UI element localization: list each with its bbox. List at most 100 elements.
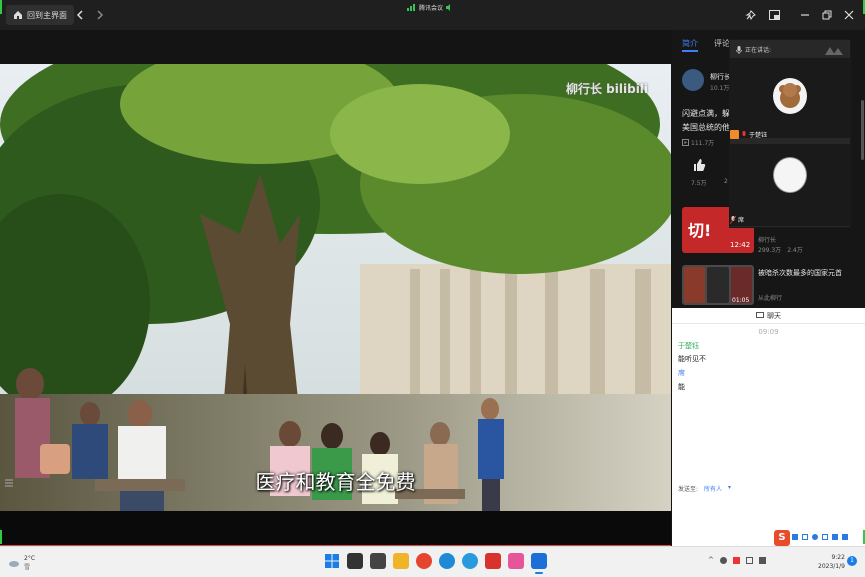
cloud-icon [9,561,19,567]
ime-lang-icon[interactable] [792,534,798,540]
like-button[interactable] [692,158,706,172]
video-subtitle: 医疗和教育全免费 [255,470,416,494]
camera-app-icon[interactable] [370,553,386,569]
windows-icon [325,554,339,568]
like-count: 7.5万 [691,180,707,187]
wps-icon[interactable] [485,553,501,569]
talking-indicator: 正在讲话: [736,45,771,54]
panel-scrollbar[interactable] [861,100,864,160]
rec1-author[interactable]: 柳行长 [758,235,776,244]
back-button[interactable] [72,7,88,23]
home-icon [14,11,22,19]
chat-title: 聊天 [767,311,781,320]
chat-icon [756,312,764,318]
chat-header: 聊天 [672,308,865,324]
home-button[interactable]: 回到主界面 [6,5,74,25]
browser-icon[interactable] [462,553,478,569]
send-to-select[interactable]: 所有人 [704,484,722,493]
chat-panel: 聊天 09:09 于楚钰 能听见不 席 能 发送至: 所有人 ▾ S [672,308,865,546]
meeting-indicator[interactable]: 腾讯会议 [407,2,453,12]
uploader-followers: 10.1万 [710,85,730,92]
thumbs-up-icon [694,159,706,171]
video-watermark: 柳行长 bilibili [566,82,649,96]
file-explorer-icon[interactable] [393,553,409,569]
clock[interactable]: 9:22 2023/1/9 [818,553,845,571]
uploader-avatar[interactable] [682,69,704,91]
minimize-icon [801,14,809,16]
task-view-icon[interactable] [347,553,363,569]
video-title-line2: 美国总统的他 [682,123,730,132]
miniplayer-icon [768,10,780,20]
app-window: 回到主界面 腾讯会议 柳行长 bilibili 医疗和教育全免费 简介 评论 柳… [0,0,865,577]
ime-skin-icon[interactable] [832,534,838,540]
chevron-down-icon: ▾ [728,484,732,491]
tab-intro[interactable]: 简介 [682,38,698,49]
rec2-title[interactable]: 被暗杀次数最多的国家元首 [758,268,842,278]
share-frame-corner [0,530,2,544]
ime-mic-icon[interactable] [812,534,818,540]
ime-toolbar [792,534,848,540]
mic-tray-icon[interactable] [719,556,727,564]
play-count-icon [682,139,689,146]
user2-avatar [773,157,807,193]
chat-message-2: 能 [678,383,685,391]
forward-button[interactable] [92,7,108,23]
audio-wave-icon [825,45,845,57]
mic-icon [736,45,742,54]
rec1-duration: 12:42 [730,241,751,249]
notification-icon[interactable]: 1 [847,556,857,566]
uploader-name[interactable]: 柳行长 [710,72,731,82]
tab-underline [682,50,698,52]
speaker-video-1 [730,58,850,138]
ime-punct-icon[interactable] [802,534,808,540]
share-frame-corner [0,0,2,14]
list-icon[interactable] [4,478,14,488]
coin-count-partial: 2 [724,178,728,185]
chat-input[interactable] [672,496,865,532]
ime-logo-icon[interactable]: S [774,530,790,546]
user2-nameplate: 席 [730,215,744,224]
system-tray: ^ [708,556,766,564]
recommend-thumb-2[interactable]: 01:05 [682,265,754,305]
tab-comments[interactable]: 评论 [714,38,730,49]
ime-keyboard-icon[interactable] [822,534,828,540]
rec1-stats: 299.3万 2.4万 [758,245,803,254]
clock-time: 9:22 [831,554,845,561]
chevron-right-icon [97,10,104,20]
pin-icon [744,9,756,20]
ime-tray-icon[interactable] [732,556,740,564]
chrome-icon[interactable] [416,553,432,569]
network-icon[interactable] [745,556,753,564]
rec1-views: 299.3万 [758,247,782,254]
tencent-meeting-icon[interactable] [531,553,547,569]
edge-icon[interactable] [439,553,455,569]
close-icon [844,10,854,20]
user1-avatar [773,78,807,114]
video-title-line1: 闪避点满，躲 [682,109,730,118]
meeting-label: 腾讯会议 [419,4,444,12]
minimize-button[interactable] [797,7,813,23]
clock-date: 2023/1/9 [818,563,845,570]
miniplayer-button[interactable] [766,7,782,23]
video-player[interactable] [0,64,671,511]
user1-nameplate: 于楚钰 [730,130,767,139]
speaker-icon [446,3,451,11]
start-button[interactable] [324,553,340,569]
speaker-panel[interactable]: 正在讲话: 于楚钰 席 [729,39,851,228]
send-to-row: 发送至: 所有人 ▾ [678,484,731,493]
speaker-video-2 [730,144,850,226]
chat-message-1: 能听见不 [678,355,706,363]
volume-icon[interactable] [758,556,766,564]
rec2-author[interactable]: 从此柳行 [758,293,782,302]
music-app-icon[interactable] [508,553,524,569]
rec1-comments: 2.4万 [787,247,803,254]
title-bar: 回到主界面 腾讯会议 [0,0,865,30]
chevron-up-icon[interactable]: ^ [708,556,714,564]
maximize-button[interactable] [819,7,835,23]
pin-button[interactable] [742,7,758,23]
weather-widget[interactable]: 2°C 雪 [8,554,35,572]
ime-grid-icon[interactable] [842,534,848,540]
chat-sender-2: 席 [678,369,685,377]
close-button[interactable] [841,7,857,23]
user1-badge-icon [730,130,739,139]
